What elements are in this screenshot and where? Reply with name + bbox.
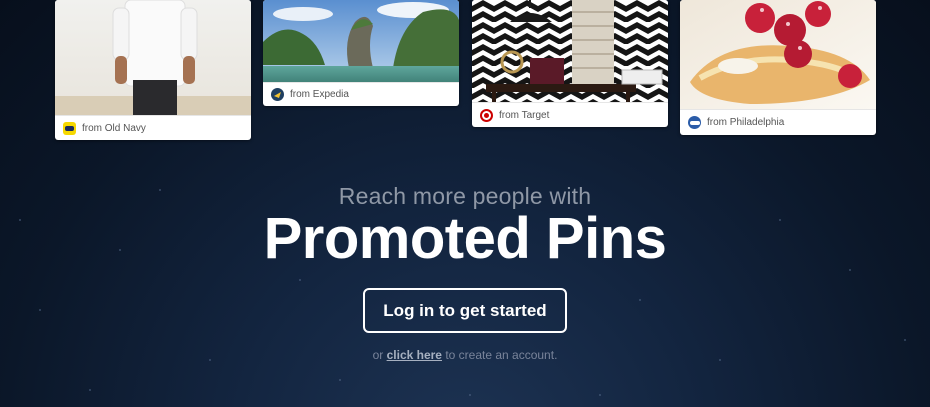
pin-attribution: from Philadelphia: [680, 109, 876, 135]
pin-card-old-navy[interactable]: from Old Navy: [55, 0, 251, 140]
expedia-logo-icon: [271, 88, 284, 101]
hero-heading: Promoted Pins: [263, 206, 667, 271]
pin-card-philadelphia[interactable]: from Philadelphia: [680, 0, 876, 135]
pin-image-chevron-interior: [472, 0, 668, 103]
signup-prompt: or click here to create an account.: [0, 348, 930, 362]
pin-image-raspberry-dessert: [680, 0, 876, 110]
old-navy-logo-icon: [63, 121, 76, 135]
pin-source-label: from Target: [499, 109, 550, 121]
pin-image-island-rocks: [263, 0, 459, 83]
signup-suffix: to create an account.: [445, 348, 558, 362]
create-account-link[interactable]: click here: [387, 348, 442, 362]
pin-image-man-on-beach: [55, 0, 251, 116]
pin-attribution: from Target: [472, 102, 668, 127]
pin-card-expedia[interactable]: from Expedia: [263, 0, 459, 106]
pin-source-label: from Expedia: [290, 89, 349, 100]
login-button[interactable]: Log in to get started: [363, 288, 567, 333]
signup-prefix: or: [372, 348, 384, 362]
philadelphia-logo-icon: [688, 116, 701, 129]
pin-card-target[interactable]: from Target: [472, 0, 668, 127]
pin-attribution: from Old Navy: [55, 115, 251, 140]
pin-source-label: from Old Navy: [82, 122, 146, 134]
pin-attribution: from Expedia: [263, 82, 459, 106]
target-logo-icon: [480, 108, 493, 122]
pin-source-label: from Philadelphia: [707, 117, 785, 128]
